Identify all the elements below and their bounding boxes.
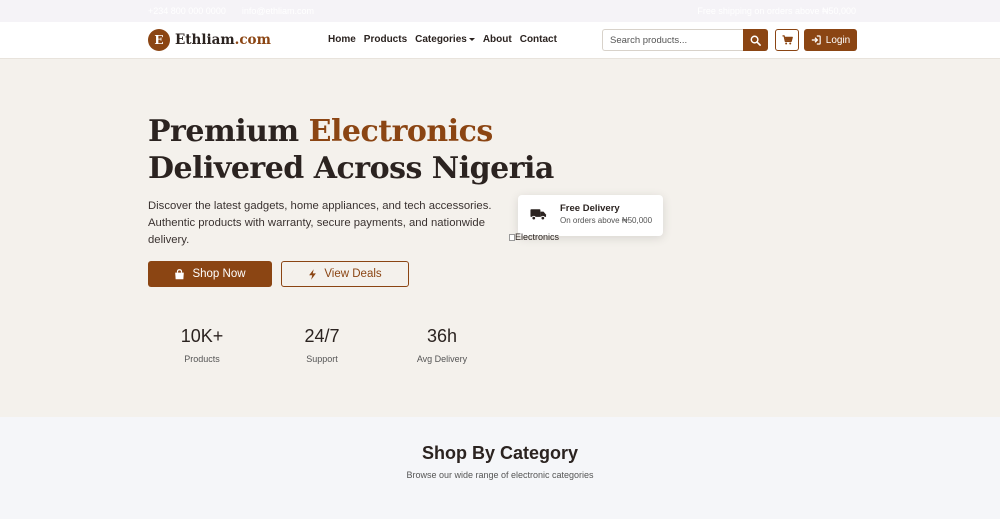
login-button[interactable]: Login xyxy=(804,29,857,51)
stat-delivery: 36h Avg Delivery xyxy=(397,326,487,364)
cart-icon xyxy=(782,35,793,45)
brand-name-main: Ethliam xyxy=(175,32,235,48)
view-deals-button[interactable]: View Deals xyxy=(281,261,409,287)
nav-categories-label: Categories xyxy=(415,34,467,45)
nav-categories[interactable]: Categories xyxy=(415,34,475,45)
brand-name: Ethliam.com xyxy=(175,32,271,48)
brand-logo[interactable]: E Ethliam.com xyxy=(148,29,271,51)
stat-support: 24/7 Support xyxy=(277,326,367,364)
login-label: Login xyxy=(825,34,851,46)
shop-now-label: Shop Now xyxy=(192,268,246,280)
lightning-icon xyxy=(309,268,317,280)
view-deals-label: View Deals xyxy=(324,268,382,280)
top-bar: +234 800 000 0000 info@ethliam.com Free … xyxy=(0,0,1000,22)
hero-image-alt: Electronics xyxy=(515,232,560,242)
delivery-card-subtitle: On orders above ₦50,000 xyxy=(560,216,653,225)
truck-icon xyxy=(530,209,547,221)
delivery-card-title: Free Delivery xyxy=(560,203,620,214)
hero-title: Premium Electronics Delivered Across Nig… xyxy=(148,113,554,187)
stat-products: 10K+ Products xyxy=(157,326,247,364)
cart-button[interactable] xyxy=(775,29,799,51)
search-bar xyxy=(602,29,768,51)
topbar-email[interactable]: info@ethliam.com xyxy=(242,6,314,16)
shop-now-button[interactable]: Shop Now xyxy=(148,261,272,287)
hero-title-line2: Delivered Across Nigeria xyxy=(148,151,554,186)
nav-menu: Home Products Categories About Contact xyxy=(328,34,565,45)
chevron-down-icon xyxy=(468,37,475,41)
hero-image: Electronics xyxy=(509,232,559,242)
search-button[interactable] xyxy=(743,29,768,51)
stat-value: 24/7 xyxy=(304,326,340,346)
topbar-notice: Free shipping on orders above ₦50,000 xyxy=(697,6,856,16)
hero-title-plain: Premium xyxy=(148,114,309,149)
nav-about[interactable]: About xyxy=(483,34,512,45)
stat-label: Support xyxy=(306,354,338,364)
stat-value: 10K+ xyxy=(180,326,224,346)
category-section-subtitle: Browse our wide range of electronic cate… xyxy=(406,470,594,480)
navbar: E Ethliam.com Home Products Categories A… xyxy=(0,22,1000,59)
shopping-bag-icon xyxy=(175,268,185,279)
topbar-phone[interactable]: +234 800 000 0000 xyxy=(148,6,226,16)
search-icon xyxy=(750,35,761,46)
stat-label: Avg Delivery xyxy=(416,354,468,364)
brand-tld: .com xyxy=(234,32,271,48)
logo-badge: E xyxy=(148,29,170,51)
login-icon xyxy=(811,35,821,45)
nav-products[interactable]: Products xyxy=(364,34,407,45)
stat-value: 36h xyxy=(426,326,458,346)
hero-description: Discover the latest gadgets, home applia… xyxy=(148,200,492,246)
category-section xyxy=(0,417,1000,519)
hero-title-accent: Electronics xyxy=(308,114,494,149)
stat-label: Products xyxy=(184,354,220,364)
search-input[interactable] xyxy=(602,29,744,51)
nav-home[interactable]: Home xyxy=(328,34,356,45)
category-section-title: Shop By Category xyxy=(421,443,579,463)
nav-contact[interactable]: Contact xyxy=(520,34,557,45)
free-delivery-card: Free Delivery On orders above ₦50,000 xyxy=(518,195,663,236)
